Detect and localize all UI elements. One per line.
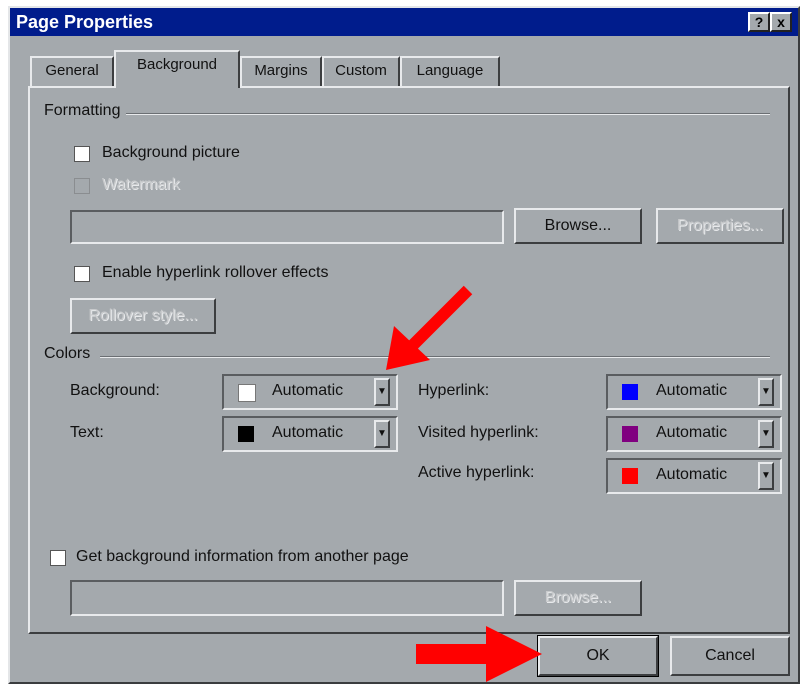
arrow-shaft [416,644,494,664]
hyperlink-color-combo[interactable]: Automatic ▼ [606,374,782,410]
other-page-path-field[interactable] [70,580,504,616]
arrow-shaft [403,285,473,355]
visited-hyperlink-color-label: Visited hyperlink: [418,424,539,441]
background-color-combo[interactable]: Automatic ▼ [222,374,398,410]
chevron-down-icon[interactable]: ▼ [758,378,774,406]
colors-group-label: Colors [44,345,97,363]
chevron-down-icon[interactable]: ▼ [758,462,774,490]
text-color-swatch [238,426,254,442]
text-color-combo[interactable]: Automatic ▼ [222,416,398,452]
active-hyperlink-color-swatch [622,468,638,484]
rollover-style-button[interactable]: Rollover style... [70,298,216,334]
tab-language[interactable]: Language [400,56,500,86]
ok-button[interactable]: OK [537,635,659,677]
watermark-checkbox[interactable] [74,178,90,194]
annotation-arrow-icon [416,626,542,682]
background-color-value: Automatic [272,382,344,399]
rollover-effects-checkbox[interactable] [74,266,90,282]
background-picture-path-field[interactable] [70,210,504,244]
active-hyperlink-color-combo[interactable]: Automatic ▼ [606,458,782,494]
visited-hyperlink-color-swatch [622,426,638,442]
other-page-background-label: Get background information from another … [76,548,409,565]
other-page-background-checkbox[interactable] [50,550,66,566]
chevron-down-icon[interactable]: ▼ [374,420,390,448]
tab-custom[interactable]: Custom [322,56,400,86]
properties-button[interactable]: Properties... [656,208,784,244]
background-picture-checkbox[interactable] [74,146,90,162]
background-color-swatch [238,384,256,402]
watermark-label: Watermark [102,176,180,193]
rollover-effects-label: Enable hyperlink rollover effects [102,264,329,281]
cancel-button[interactable]: Cancel [670,636,790,676]
background-picture-label: Background picture [102,144,240,161]
annotation-arrow-icon [386,285,473,370]
tab-margins[interactable]: Margins [240,56,322,86]
formatting-divider [120,113,770,115]
hyperlink-color-swatch [622,384,638,400]
chevron-down-icon[interactable]: ▼ [374,378,390,406]
hyperlink-color-value: Automatic [656,382,728,399]
formatting-group-label: Formatting [44,102,127,120]
close-button[interactable]: x [770,12,792,32]
text-color-value: Automatic [272,424,344,441]
other-page-browse-button[interactable]: Browse... [514,580,642,616]
browse-button[interactable]: Browse... [514,208,642,244]
visited-hyperlink-color-value: Automatic [656,424,728,441]
window-title: Page Properties [16,12,154,32]
help-button[interactable]: ? [748,12,770,32]
chevron-down-icon[interactable]: ▼ [758,420,774,448]
text-color-label: Text: [70,424,104,441]
active-hyperlink-color-value: Automatic [656,466,728,483]
arrow-head [486,626,542,682]
active-hyperlink-color-label: Active hyperlink: [418,464,535,481]
tab-general[interactable]: General [30,56,114,86]
visited-hyperlink-color-combo[interactable]: Automatic ▼ [606,416,782,452]
hyperlink-color-label: Hyperlink: [418,382,490,399]
tab-background[interactable]: Background [114,50,240,88]
title-bar[interactable]: Page Properties ? x [10,8,798,36]
background-color-label: Background: [70,382,160,399]
